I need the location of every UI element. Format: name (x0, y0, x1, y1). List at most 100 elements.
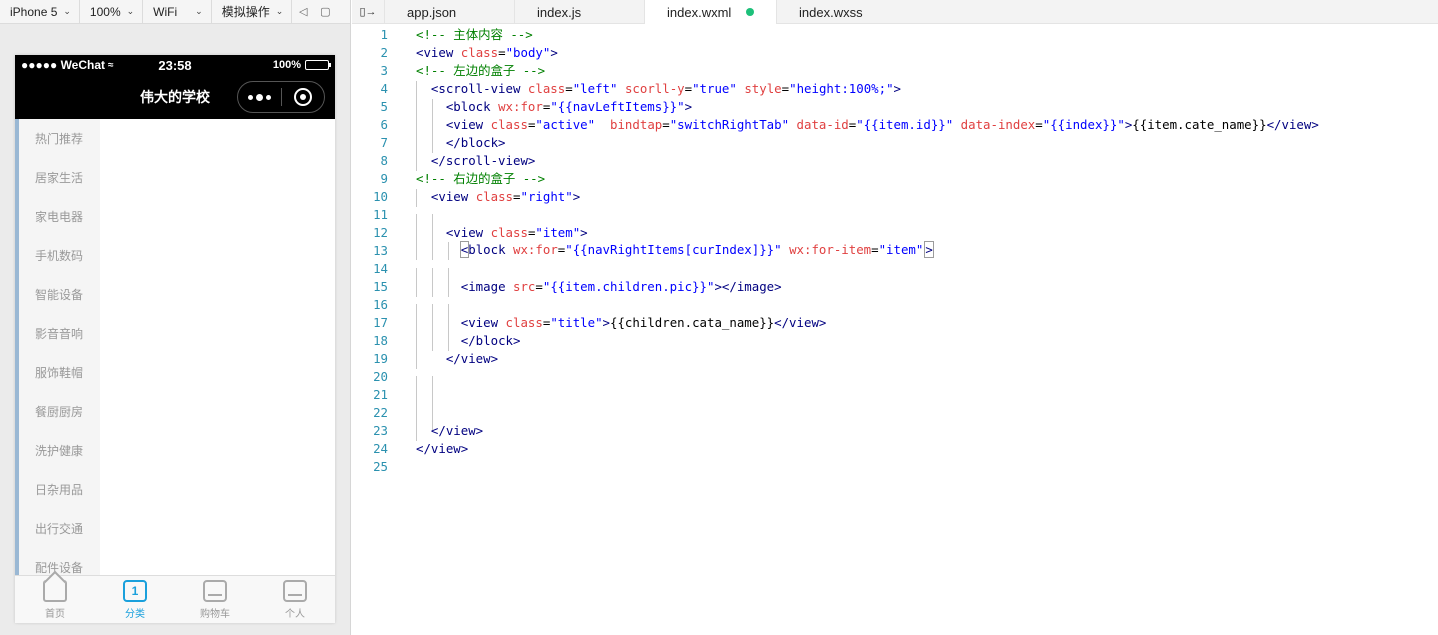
tab-profile[interactable]: 个人 (255, 576, 335, 623)
tab-label: 个人 (285, 608, 305, 620)
code-line: 4 <scroll-view class="left" scorll-y="tr… (352, 79, 1438, 99)
right-content-pane (100, 119, 335, 575)
line-number: 16 (373, 296, 388, 312)
line-number: 3 (380, 62, 388, 78)
ide-window: iPhone 5 ⌄ 100% ⌄ WiFi ⌄ 模拟操作 ⌄ ◁ ▢ ●●●●… (0, 0, 1438, 635)
chevron-down-icon: ⌄ (63, 6, 71, 16)
simulate-op-label: 模拟操作 (221, 5, 270, 19)
code-line: 7 </block> (352, 133, 1438, 153)
line-number: 7 (380, 134, 388, 150)
home-icon (43, 579, 67, 602)
line-number: 13 (373, 242, 388, 258)
menu-item[interactable]: 出行交通 (19, 509, 100, 548)
line-number: 23 (373, 422, 388, 438)
menu-item[interactable]: 居家生活 (19, 158, 100, 197)
line-number: 10 (373, 188, 388, 204)
tab-label: 首页 (45, 608, 65, 620)
tab-label: index.wxml (667, 4, 732, 20)
menu-item[interactable]: 餐厨厨房 (19, 392, 100, 431)
code-line: 1 <!-- 主体内容 --> (352, 25, 1438, 43)
line-number: 24 (373, 440, 388, 456)
code-line: 6 <view class="active" bindtap="switchRi… (352, 115, 1438, 135)
cart-icon (203, 579, 227, 602)
close-miniprogram-button[interactable] (282, 82, 325, 112)
menu-item[interactable]: 智能设备 (19, 275, 100, 314)
code-line: 3 <!-- 左边的盒子 --> (352, 61, 1438, 79)
volume-icon[interactable]: ◁ (292, 0, 314, 24)
page-title: 伟大的学校 (140, 89, 210, 105)
target-icon (293, 88, 312, 106)
menu-capsule (237, 81, 325, 113)
category-icon: 1 (123, 579, 147, 602)
menu-item[interactable]: 洗护健康 (19, 431, 100, 470)
network-select[interactable]: WiFi ⌄ (143, 0, 212, 24)
tab-category[interactable]: 1 分类 (95, 576, 175, 623)
menu-item[interactable]: 日杂用品 (19, 470, 100, 509)
zoom-select-label: 100% (89, 4, 121, 19)
more-button[interactable] (238, 82, 281, 112)
simulate-op-select[interactable]: 模拟操作 ⌄ (212, 0, 293, 24)
tab-home[interactable]: 首页 (15, 576, 95, 623)
line-number: 9 (380, 170, 388, 186)
tab-bar: 首页 1 分类 购物车 个人 (15, 575, 335, 623)
line-number: 12 (373, 224, 388, 240)
line-number: 6 (380, 116, 388, 132)
zoom-select[interactable]: 100% ⌄ (80, 0, 144, 24)
line-number: 19 (373, 350, 388, 366)
network-select-label: WiFi (153, 4, 178, 19)
window-icon[interactable]: ▢ (314, 0, 336, 24)
code-line: 5 <block wx:for="{{navLeftItems}}"> (352, 97, 1438, 117)
category-menu[interactable]: 热门推荐 居家生活 家电电器 手机数码 智能设备 影音音响 服饰鞋帽 餐厨厨房 … (15, 119, 100, 575)
line-number: 18 (373, 332, 388, 348)
code-line: 2 <view class="body"> (352, 43, 1438, 61)
code-area[interactable]: 1 <!-- 主体内容 --> 2 <view class="body"> 3 <!-… (352, 25, 1438, 475)
toggle-tree-icon[interactable]: ▯→ (352, 0, 385, 23)
menu-item[interactable]: 手机数码 (19, 236, 100, 275)
chevron-down-icon: ⌄ (126, 6, 135, 16)
line-number: 15 (373, 278, 388, 294)
tab-label: app.json (407, 4, 457, 20)
code-line: 17 <view class="title">{{children.cata_n… (352, 313, 1438, 333)
tab-app-json[interactable]: app.json (385, 0, 515, 24)
chevron-down-icon: ⌄ (275, 6, 284, 16)
code-line: 10 <view class="right"> (352, 187, 1438, 207)
page-content: 热门推荐 居家生活 家电电器 手机数码 智能设备 影音音响 服饰鞋帽 餐厨厨房 … (15, 119, 335, 575)
menu-item[interactable]: 家电电器 (19, 197, 100, 236)
menu-item[interactable]: 热门推荐 (19, 119, 100, 158)
simulator-panel: iPhone 5 ⌄ 100% ⌄ WiFi ⌄ 模拟操作 ⌄ ◁ ▢ ●●●●… (0, 0, 351, 635)
tab-index-wxss[interactable]: index.wxss (777, 0, 885, 24)
code-line: 24 </view> (352, 439, 1438, 457)
tab-index-js[interactable]: index.js (515, 0, 645, 24)
battery-percent: 100% (272, 59, 302, 71)
line-number: 22 (373, 404, 388, 420)
code-line: 8 </scroll-view> (352, 151, 1438, 171)
code-line: 22 (352, 403, 1438, 430)
battery-icon (305, 60, 332, 70)
wifi-icon: ≈ (108, 59, 114, 71)
tab-label: 分类 (125, 608, 145, 620)
line-number: 25 (373, 458, 388, 474)
menu-item[interactable]: 服饰鞋帽 (19, 353, 100, 392)
status-bar: ●●●●● WeChat ≈ 23:58 100% (15, 55, 335, 75)
code-line: 9 <!-- 右边的盒子 --> (352, 169, 1438, 187)
line-number: 2 (380, 44, 388, 60)
phone-screen: ●●●●● WeChat ≈ 23:58 100% 伟大的学校 热门推荐 居家生… (15, 55, 335, 623)
tab-index-wxml[interactable]: index.wxml (645, 0, 777, 24)
code-line: 18 </block> (352, 331, 1438, 351)
menu-item[interactable]: 配件设备 (19, 548, 100, 575)
simulator-toolbar: iPhone 5 ⌄ 100% ⌄ WiFi ⌄ 模拟操作 ⌄ ◁ ▢ (0, 0, 350, 24)
code-line: 12 <view class="item"> (352, 223, 1438, 243)
code-line: 15 <image src="{{item.children.pic}}"></… (352, 277, 1438, 297)
menu-item[interactable]: 影音音响 (19, 314, 100, 353)
line-number: 1 (380, 26, 388, 42)
profile-icon (283, 579, 307, 602)
code-line: 13 <block wx:for="{{navRightItems[curInd… (352, 241, 1438, 261)
tab-cart[interactable]: 购物车 (175, 576, 255, 623)
line-number: 4 (380, 80, 388, 96)
line-number: 8 (380, 152, 388, 168)
device-select[interactable]: iPhone 5 ⌄ (0, 0, 80, 24)
navigation-bar: 伟大的学校 (15, 75, 335, 119)
carrier-label: ●●●●● WeChat (21, 58, 106, 72)
unsaved-dot-icon (746, 8, 754, 16)
line-number: 17 (373, 314, 388, 330)
